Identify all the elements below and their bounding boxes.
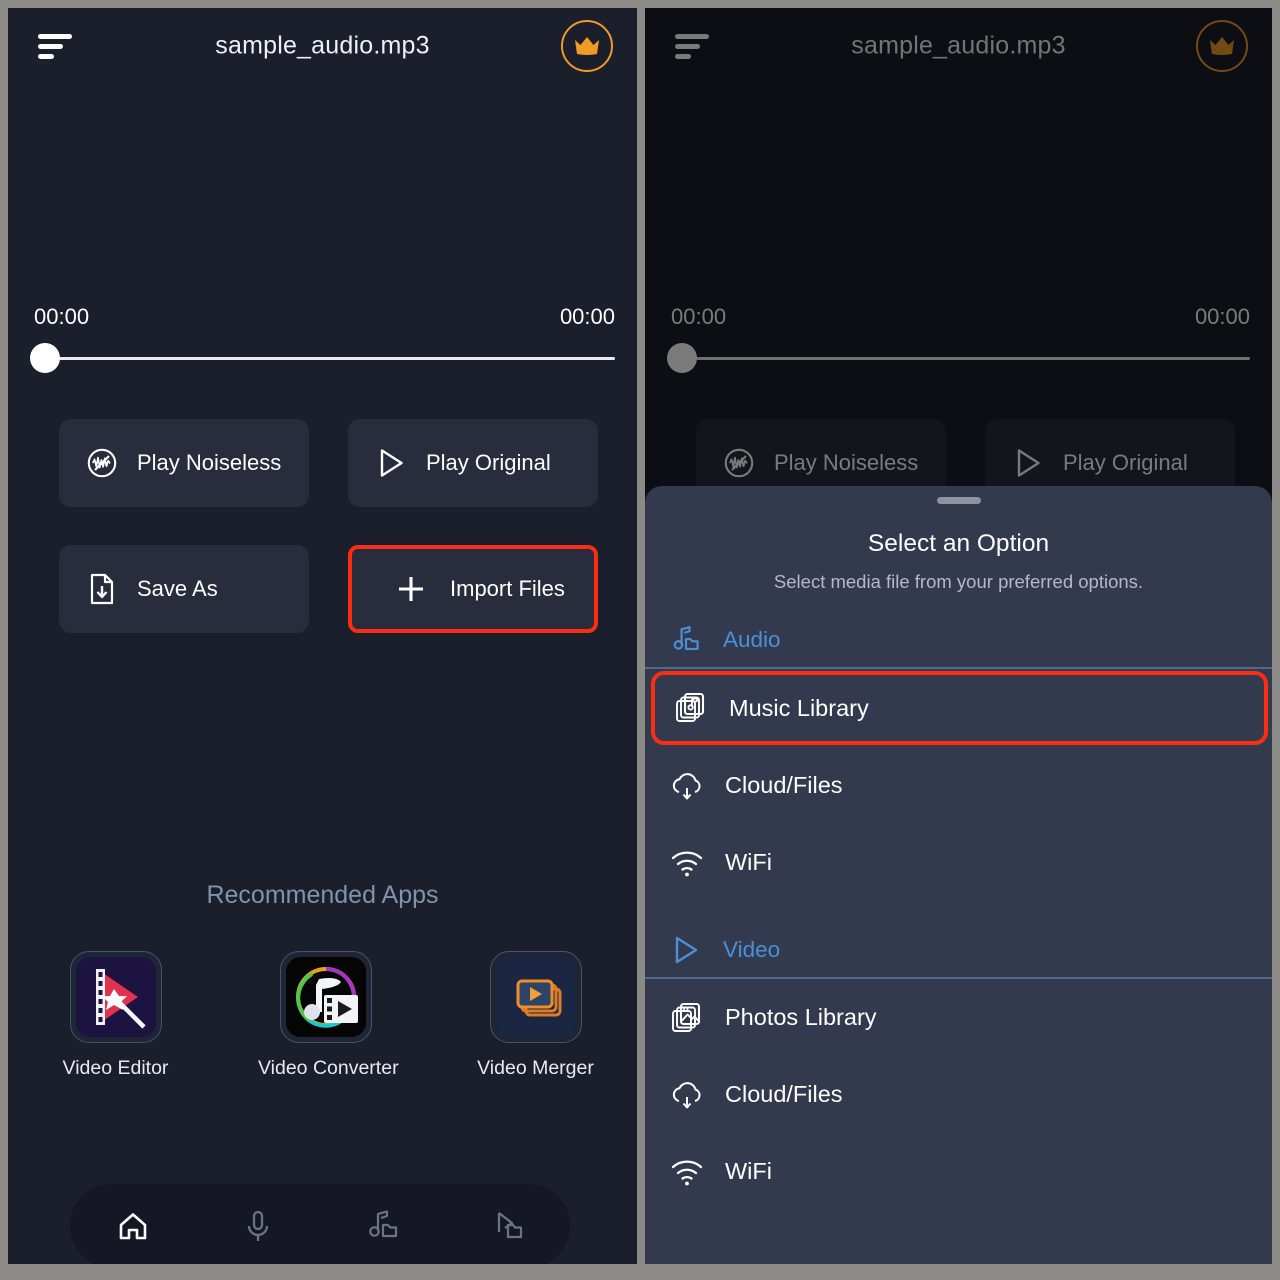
bottom-nav-bar — [70, 1184, 570, 1264]
music-library-stack-icon — [673, 690, 709, 726]
left-screen: sample_audio.mp3 00:00 00:00 Play Noisel… — [8, 8, 637, 1264]
section-label: Video — [723, 937, 781, 962]
section-header-video: Video — [645, 923, 1272, 979]
play-original-label: Play Original — [1063, 450, 1188, 475]
option-audio-cloud-files[interactable]: Cloud/Files — [645, 747, 1272, 824]
right-screen: sample_audio.mp3 00:00 00:00 Play Noisel… — [645, 8, 1272, 1264]
right-top-bar: sample_audio.mp3 — [645, 8, 1272, 84]
option-label: Photos Library — [725, 1004, 877, 1030]
drag-handle[interactable] — [936, 497, 981, 504]
import-files-button[interactable]: Import Files — [348, 545, 598, 633]
sheet-title: Select an Option — [867, 530, 1050, 557]
slider-track — [34, 356, 615, 360]
slider-track — [671, 356, 1250, 360]
slider-thumb[interactable] — [30, 343, 60, 373]
video-folder-icon — [497, 1212, 522, 1239]
file-download-icon — [85, 572, 119, 606]
save-as-label: Save As — [137, 576, 218, 601]
play-original-button[interactable]: Play Original — [348, 419, 598, 507]
video-merger-app-icon — [495, 957, 576, 1037]
play-outline-icon — [374, 446, 408, 480]
app-tile — [69, 951, 162, 1043]
sheet-subtitle: Select media file from your preferred op… — [773, 571, 1144, 592]
option-label: Music Library — [729, 694, 869, 721]
home-icon — [119, 1213, 146, 1240]
app-tile — [489, 951, 582, 1043]
option-label: Cloud/Files — [725, 772, 843, 798]
noise-cancel-waveform-icon — [722, 446, 756, 480]
option-video-wifi[interactable]: WiFi — [645, 1133, 1272, 1210]
play-noiseless-button[interactable]: Play Noiseless — [59, 419, 309, 507]
play-outline-icon — [1011, 446, 1045, 480]
plus-icon — [394, 572, 428, 606]
noise-cancel-waveform-icon — [85, 446, 119, 480]
wifi-icon — [669, 1154, 705, 1190]
playback-slider[interactable] — [30, 343, 615, 373]
current-time: 00:00 — [671, 304, 727, 329]
play-noiseless-label: Play Noiseless — [137, 450, 282, 475]
cloud-download-icon — [669, 768, 705, 804]
left-top-bar: sample_audio.mp3 — [8, 8, 637, 84]
option-label: WiFi — [725, 1158, 772, 1184]
recommended-apps-list: Video Editor Video Converter Video Merge… — [48, 951, 603, 1080]
select-option-bottom-sheet: Select an Option Select media file from … — [645, 486, 1272, 1264]
section-label: Audio — [723, 627, 781, 652]
option-video-cloud-files[interactable]: Cloud/Files — [645, 1056, 1272, 1133]
music-folder-icon — [669, 623, 703, 657]
photos-library-stack-icon — [669, 1000, 705, 1036]
option-photos-library[interactable]: Photos Library — [645, 979, 1272, 1056]
section-header-audio: Audio — [645, 613, 1272, 669]
option-label: WiFi — [725, 849, 772, 875]
recommended-app-item[interactable]: Video Editor — [48, 951, 183, 1080]
option-label: Cloud/Files — [725, 1081, 843, 1107]
recommended-apps-title: Recommended Apps — [206, 881, 439, 909]
option-music-library[interactable]: Music Library — [651, 671, 1268, 745]
screenshot-root: sample_audio.mp3 00:00 00:00 Play Noisel… — [0, 0, 1280, 1280]
action-button-grid: Play Noiseless Play Original — [59, 419, 599, 633]
play-outline-icon — [669, 933, 703, 967]
app-tile — [279, 951, 372, 1043]
play-original-label: Play Original — [426, 450, 551, 475]
page-title: sample_audio.mp3 — [215, 31, 430, 60]
player-times: 00:00 00:00 — [34, 304, 615, 330]
app-label: Video Editor — [62, 1057, 169, 1079]
nav-item-recorder[interactable] — [228, 1203, 288, 1249]
import-files-label: Import Files — [450, 576, 565, 601]
recommended-app-item[interactable]: Video Converter — [258, 951, 399, 1080]
save-as-button[interactable]: Save As — [59, 545, 309, 633]
cloud-download-icon — [669, 1077, 705, 1113]
page-title: sample_audio.mp3 — [851, 31, 1066, 60]
microphone-icon — [247, 1210, 268, 1241]
slider-thumb — [667, 343, 697, 373]
dimmed-background-screen: sample_audio.mp3 00:00 00:00 Play Noisel… — [645, 8, 1272, 633]
nav-item-home[interactable] — [103, 1203, 163, 1249]
app-label: Video Converter — [258, 1057, 399, 1079]
premium-crown-button[interactable] — [561, 20, 613, 72]
video-converter-app-icon — [285, 957, 366, 1037]
current-time: 00:00 — [34, 304, 90, 329]
recommended-app-item[interactable]: Video Merger — [468, 951, 603, 1080]
playback-slider — [667, 343, 1250, 373]
nav-item-video-files[interactable] — [478, 1203, 538, 1249]
crown-icon — [1210, 37, 1234, 55]
music-folder-icon — [368, 1210, 397, 1238]
play-noiseless-label: Play Noiseless — [774, 450, 919, 475]
total-time: 00:00 — [1194, 304, 1250, 329]
wifi-icon — [669, 845, 705, 881]
total-time: 00:00 — [559, 304, 615, 329]
option-audio-wifi[interactable]: WiFi — [645, 824, 1272, 901]
nav-item-audio-files[interactable] — [353, 1203, 413, 1249]
video-editor-app-icon — [75, 957, 156, 1037]
player-times: 00:00 00:00 — [671, 304, 1250, 330]
premium-crown-button[interactable] — [1196, 20, 1248, 72]
crown-icon — [575, 37, 599, 55]
app-label: Video Merger — [477, 1057, 594, 1079]
